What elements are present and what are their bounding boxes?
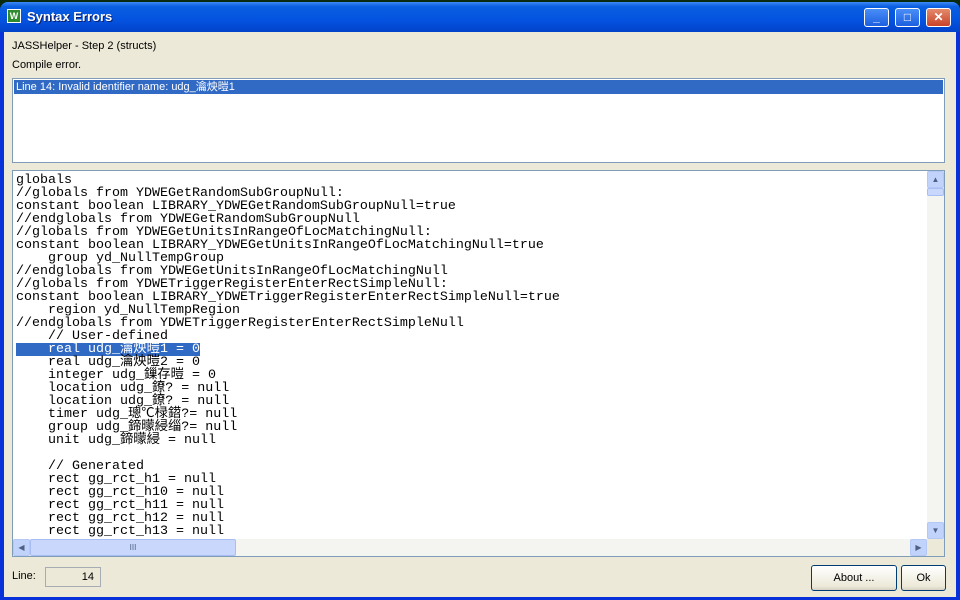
app-icon: W: [7, 9, 21, 23]
code-line: rect gg_rct_h13 = null: [16, 524, 224, 539]
scroll-up-button[interactable]: ▲: [927, 171, 944, 188]
about-button[interactable]: About ...: [811, 565, 897, 591]
horizontal-scroll-thumb[interactable]: III: [30, 539, 236, 556]
close-button[interactable]: ✕: [926, 8, 951, 27]
title-bar[interactable]: W Syntax Errors _ □ ✕: [0, 2, 960, 32]
error-list[interactable]: Line 14: Invalid identifier name: udg_瀹炴…: [12, 78, 945, 163]
code-line: unit udg_鍗曚綅 = null: [16, 433, 216, 448]
vertical-scrollbar[interactable]: ▲ ▼: [927, 171, 944, 539]
maximize-button[interactable]: □: [895, 8, 920, 27]
horizontal-scrollbar[interactable]: ◀ III ▶: [13, 539, 927, 556]
syntax-errors-window: W Syntax Errors _ □ ✕ JASSHelper - Step …: [0, 2, 960, 600]
minimize-button[interactable]: _: [864, 8, 889, 27]
ok-button[interactable]: Ok: [901, 565, 946, 591]
step-label: JASSHelper - Step 2 (structs): [12, 40, 157, 52]
scroll-right-button[interactable]: ▶: [910, 539, 927, 556]
scroll-left-button[interactable]: ◀: [13, 539, 30, 556]
dialog-client: JASSHelper - Step 2 (structs) Compile er…: [4, 32, 956, 597]
scroll-down-button[interactable]: ▼: [927, 522, 944, 539]
code-view[interactable]: globals//globals from YDWEGetRandomSubGr…: [12, 170, 945, 557]
code-lines: globals//globals from YDWEGetRandomSubGr…: [16, 174, 560, 538]
scroll-corner: [927, 539, 944, 556]
vertical-scroll-thumb[interactable]: [927, 188, 944, 196]
line-label: Line:: [12, 570, 36, 582]
line-number-field: 14: [45, 567, 101, 587]
window-title: Syntax Errors: [27, 9, 113, 24]
status-label: Compile error.: [12, 59, 82, 71]
error-item[interactable]: Line 14: Invalid identifier name: udg_瀹炴…: [14, 80, 943, 94]
